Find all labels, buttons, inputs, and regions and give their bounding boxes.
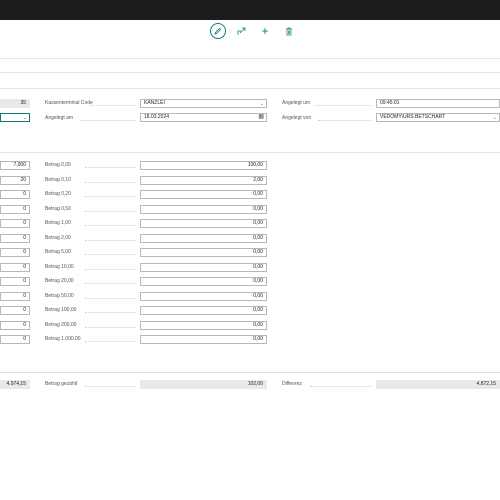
betrag-field[interactable]: 0,00 — [140, 320, 267, 330]
label-leader — [85, 210, 135, 212]
betrag-label: Betrag 5,00 — [45, 249, 71, 255]
left-amount-field[interactable]: 0 — [0, 248, 30, 257]
label-leader — [85, 225, 135, 226]
betrag-field[interactable]: 0,00 — [140, 291, 267, 301]
label-leader — [85, 181, 135, 183]
label-leader — [85, 312, 135, 313]
betrag-label: Betrag 1,00 — [45, 220, 71, 226]
label-leader — [85, 254, 135, 255]
betrag-label: Betrag 2,00 — [45, 234, 71, 241]
left-amount-field[interactable]: 0 — [0, 233, 30, 243]
betrag-field[interactable]: 0,00 — [140, 262, 267, 272]
label-leader — [85, 239, 135, 241]
left-amount-field[interactable]: 7,000 — [0, 161, 30, 170]
betrag-label: Betrag 50,00 — [45, 292, 74, 299]
angelegt-von-field[interactable]: VEDOMY\URS.BETSCHART ⌄ — [376, 113, 500, 122]
chevron-down-icon: ⌄ — [492, 115, 497, 121]
action-toolbar: + — [0, 20, 500, 42]
betrag-label: Betrag 200,00 — [45, 321, 77, 328]
label-leader — [85, 268, 135, 270]
left-total-field: 4.974,15 — [0, 380, 30, 389]
kassenterminal-label: Kassenterminal Code — [45, 100, 93, 106]
divider — [0, 58, 500, 59]
left-amount-field[interactable]: 0 — [0, 219, 30, 228]
left-amount-field[interactable]: 0 — [0, 291, 30, 301]
betrag-label: Betrag 100,00 — [45, 307, 77, 313]
app-top-bar — [0, 0, 500, 20]
betrag-field[interactable]: 0,00 — [140, 204, 267, 214]
betrag-label: Betrag 0,05 — [45, 162, 71, 168]
differenz-field: 4.872,15 — [376, 380, 500, 389]
label-leader — [85, 386, 135, 387]
angelegt-von-label: Angelegt von — [282, 115, 312, 121]
differenz-label: Differenz — [282, 381, 302, 387]
left-amount-field[interactable]: 0 — [0, 335, 30, 344]
chevron-down-icon: ⌄ — [259, 101, 264, 107]
label-leader — [85, 283, 135, 284]
label-leader — [85, 196, 135, 197]
label-leader — [318, 120, 372, 121]
angelegt-am-field[interactable]: 18.03.2024 ▦ — [140, 113, 267, 122]
left-amount-field[interactable]: 0 — [0, 262, 30, 272]
left-amount-field[interactable]: 0 — [0, 204, 30, 214]
trash-icon[interactable] — [281, 23, 297, 39]
kassenterminal-field[interactable]: KANZLEI ⌄ — [140, 99, 267, 108]
betrag-field[interactable]: 0,00 — [140, 248, 267, 257]
betrag-label: Betrag 1.000,00 — [45, 336, 81, 342]
left-amount-field[interactable]: 0 — [0, 306, 30, 315]
label-leader — [85, 167, 135, 168]
angelegt-am-label: Angelegt am — [45, 115, 74, 121]
divider — [0, 152, 500, 153]
divider — [0, 88, 500, 89]
betrag-field[interactable]: 0,00 — [140, 306, 267, 315]
betrag-field[interactable]: 2,00 — [140, 175, 267, 185]
plus-icon[interactable]: + — [257, 23, 273, 39]
divider — [0, 72, 500, 73]
left-amount-field[interactable]: 0 — [0, 277, 30, 286]
calendar-icon[interactable]: ▦ — [258, 114, 264, 121]
betrag-gezahlt-label: Betrag gezählt — [45, 381, 78, 387]
betrag-label: Betrag 10,00 — [45, 263, 74, 270]
kassenterminal-value: KANZLEI — [144, 100, 165, 106]
betrag-field[interactable]: 0,00 — [140, 233, 267, 243]
betrag-label: Betrag 0,50 — [45, 205, 71, 212]
betrag-gezahlt-field: 102,00 — [140, 380, 267, 389]
left-amount-field[interactable]: 0 — [0, 320, 30, 330]
label-leader — [315, 105, 372, 106]
label-leader — [85, 341, 135, 342]
angelegt-von-value: VEDOMY\URS.BETSCHART — [380, 114, 446, 120]
divider — [0, 372, 500, 373]
left-amount-field[interactable]: 0 — [0, 190, 30, 199]
betrag-field[interactable]: 0,00 — [140, 219, 267, 228]
label-leader — [85, 297, 135, 299]
pencil-icon[interactable] — [210, 23, 226, 39]
angelegt-um-label: Angelegt um — [282, 100, 311, 106]
betrag-field[interactable]: 0,00 — [140, 190, 267, 199]
betrag-label: Betrag 20,00 — [45, 278, 74, 284]
header-select-field[interactable]: ⌄ — [0, 113, 30, 122]
label-leader — [90, 105, 135, 106]
angelegt-um-field[interactable]: 09:45:01 — [376, 99, 500, 108]
betrag-label: Betrag 0,20 — [45, 191, 71, 197]
chevron-down-icon: ⌄ — [22, 115, 27, 121]
label-leader — [310, 386, 372, 387]
label-leader — [85, 326, 135, 328]
header-number-field: 35 — [0, 99, 30, 108]
betrag-label: Betrag 0,10 — [45, 176, 71, 183]
label-leader — [80, 120, 135, 121]
angelegt-am-value: 18.03.2024 — [144, 114, 170, 120]
betrag-field[interactable]: 0,00 — [140, 335, 267, 344]
share-icon[interactable] — [233, 23, 249, 39]
betrag-field[interactable]: 100,00 — [140, 161, 267, 170]
left-amount-field[interactable]: 20 — [0, 175, 30, 185]
betrag-field[interactable]: 0,00 — [140, 277, 267, 286]
